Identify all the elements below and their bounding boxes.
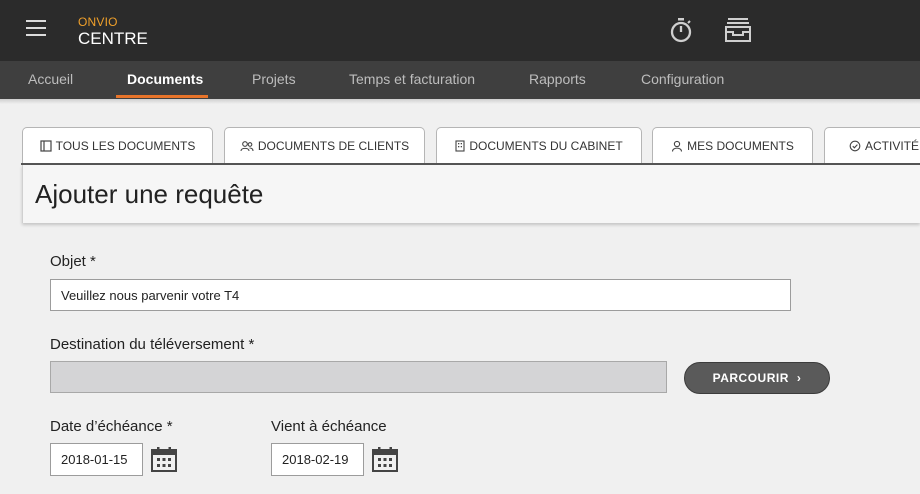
main-nav: Accueil Documents Projets Temps et factu… [0, 61, 920, 99]
nav-item-temps-facturation[interactable]: Temps et facturation [349, 61, 475, 99]
tab-label: DOCUMENTS DU CABINET [469, 139, 623, 153]
tab-firm-documents[interactable]: DOCUMENTS DU CABINET [436, 127, 642, 164]
calendar-icon[interactable] [150, 445, 178, 473]
building-icon [455, 140, 465, 152]
nav-item-projets[interactable]: Projets [252, 61, 296, 99]
tab-label: ACTIVITÉ F [865, 139, 920, 153]
tab-label: TOUS LES DOCUMENTS [55, 139, 196, 153]
inbox-icon[interactable] [723, 15, 753, 45]
menu-icon[interactable] [26, 20, 46, 38]
subject-label: Objet * [50, 253, 96, 270]
nav-item-documents[interactable]: Documents [127, 61, 203, 99]
brand-bottom-text: CENTRE [78, 29, 148, 48]
title-panel: Ajouter une requête [22, 165, 920, 223]
tab-all-documents[interactable]: TOUS LES DOCUMENTS [22, 127, 213, 164]
tab-activity[interactable]: ACTIVITÉ F [824, 127, 920, 164]
active-nav-indicator [116, 95, 208, 98]
destination-label: Destination du téléversement * [50, 336, 255, 353]
expires-label: Vient à échéance [271, 418, 387, 435]
stopwatch-icon[interactable] [666, 15, 696, 45]
tab-label: DOCUMENTS DE CLIENTS [257, 139, 410, 153]
tab-label: MES DOCUMENTS [687, 139, 794, 153]
brand-top-text: ONVIO [78, 15, 118, 29]
chevron-right-icon: › [796, 371, 802, 385]
subject-input[interactable] [50, 279, 791, 311]
brand-logo[interactable]: ONVIO CENTRE [78, 16, 148, 49]
activity-icon [849, 140, 861, 152]
documents-icon [39, 140, 52, 152]
destination-input[interactable] [50, 361, 667, 393]
due-date-label: Date d’échéance * [50, 418, 173, 435]
app-header: ONVIO CENTRE [0, 0, 920, 61]
due-date-input[interactable] [50, 443, 143, 476]
nav-item-rapports[interactable]: Rapports [529, 61, 586, 99]
clients-icon [240, 141, 254, 152]
calendar-icon[interactable] [371, 445, 399, 473]
nav-shadow [0, 99, 920, 104]
browse-button-label: PARCOURIR [712, 371, 789, 385]
nav-item-accueil[interactable]: Accueil [28, 61, 73, 99]
expires-date-input[interactable] [271, 443, 364, 476]
nav-item-configuration[interactable]: Configuration [641, 61, 724, 99]
tab-client-documents[interactable]: DOCUMENTS DE CLIENTS [224, 127, 425, 164]
tab-my-documents[interactable]: MES DOCUMENTS [652, 127, 813, 164]
browse-button[interactable]: PARCOURIR › [684, 362, 830, 394]
page-title: Ajouter une requête [35, 179, 264, 209]
user-icon [672, 140, 683, 152]
